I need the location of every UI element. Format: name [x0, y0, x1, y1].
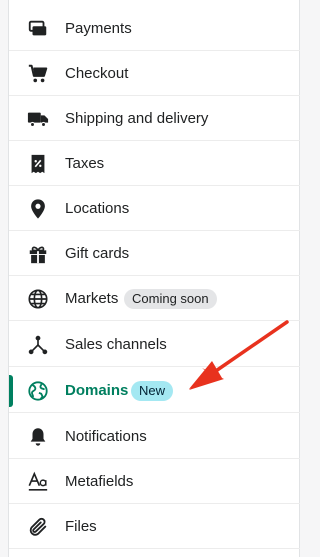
payments-icon: [26, 17, 50, 41]
location-pin-icon: [26, 197, 50, 221]
channels-icon: [26, 333, 50, 357]
truck-icon: [26, 107, 50, 131]
active-indicator: [9, 375, 13, 407]
menu-item-files[interactable]: Files: [9, 505, 300, 549]
menu-item-locations[interactable]: Locations: [9, 187, 300, 231]
new-badge: New: [131, 380, 174, 401]
coming-soon-badge: Coming soon: [124, 288, 217, 309]
menu-item-domains[interactable]: Domains New: [9, 369, 300, 413]
settings-menu: Payments Checkout Shipping and delivery …: [8, 0, 300, 557]
tax-receipt-icon: [26, 152, 50, 176]
menu-item-label: Markets: [65, 290, 119, 307]
menu-item-checkout[interactable]: Checkout: [9, 52, 300, 96]
menu-item-sales-channels[interactable]: Sales channels: [9, 323, 300, 367]
metafields-icon: [26, 470, 50, 494]
menu-item-markets[interactable]: Markets Coming soon: [9, 277, 300, 321]
menu-item-label: Sales channels: [65, 336, 167, 353]
menu-item-label: Domains: [65, 382, 129, 399]
menu-item-label: Shipping and delivery: [65, 110, 209, 127]
menu-item-payments[interactable]: Payments: [9, 7, 300, 51]
menu-item-label: Gift cards: [65, 245, 130, 262]
menu-item-shipping[interactable]: Shipping and delivery: [9, 97, 300, 141]
menu-item-metafields[interactable]: Metafields: [9, 460, 300, 504]
globe-icon: [26, 379, 50, 403]
menu-item-gift-cards[interactable]: Gift cards: [9, 232, 300, 276]
menu-item-label: Payments: [65, 20, 132, 37]
menu-item-label: Metafields: [65, 473, 134, 490]
paperclip-icon: [26, 515, 50, 539]
menu-item-label: Notifications: [65, 428, 147, 445]
menu-item-label: Taxes: [65, 155, 105, 172]
menu-item-notifications[interactable]: Notifications: [9, 415, 300, 459]
cart-icon: [26, 62, 50, 86]
bell-icon: [26, 425, 50, 449]
menu-item-label: Files: [65, 518, 97, 535]
globe-icon: [26, 287, 50, 311]
menu-item-label: Locations: [65, 200, 130, 217]
menu-item-label: Checkout: [65, 65, 129, 82]
menu-item-taxes[interactable]: Taxes: [9, 142, 300, 186]
gift-icon: [26, 242, 50, 266]
